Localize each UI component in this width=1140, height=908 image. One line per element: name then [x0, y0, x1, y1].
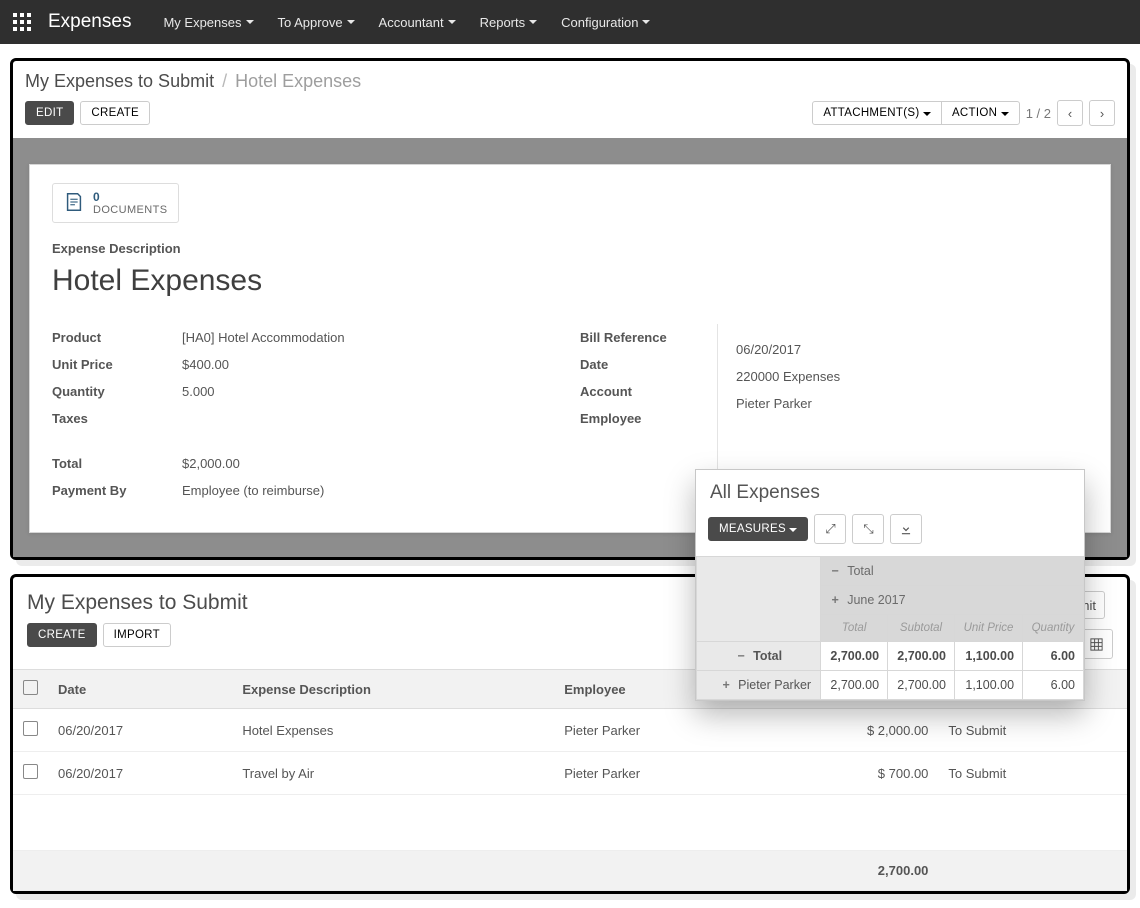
total-value: $2,000.00 — [182, 456, 240, 471]
row-checkbox[interactable] — [23, 721, 38, 736]
pager-text: 1 / 2 — [1026, 106, 1051, 121]
measures-button[interactable]: MEASURES — [708, 517, 808, 541]
cell-date: 06/20/2017 — [48, 709, 232, 752]
caret-icon — [923, 112, 931, 116]
expense-table: Date Expense Description Employee Total … — [13, 669, 1127, 891]
caret-icon — [789, 528, 797, 532]
expense-description-label: Expense Description — [52, 241, 1088, 256]
col-date[interactable]: Date — [48, 670, 232, 709]
cell-desc: Hotel Expenses — [232, 709, 554, 752]
quantity-value: 5.000 — [182, 384, 215, 399]
nav-menu: My Expenses To Approve Accountant Report… — [153, 9, 660, 36]
all-expenses-pivot-popover: All Expenses MEASURES ⤢ ⤡ −Total +June 2… — [695, 469, 1085, 701]
pager: 1 / 2 ‹ › — [1026, 100, 1115, 126]
cell-desc: Travel by Air — [232, 752, 554, 795]
caret-icon — [246, 20, 254, 24]
table-row[interactable]: 06/20/2017 Hotel Expenses Pieter Parker … — [13, 709, 1127, 752]
nav-brand[interactable]: Expenses — [48, 11, 131, 33]
caret-icon — [529, 20, 537, 24]
nav-item-my-expenses[interactable]: My Expenses — [153, 9, 263, 36]
expand-icon[interactable]: + — [829, 593, 841, 607]
attachment-action-group: ATTACHMENT(S) ACTION — [812, 101, 1019, 125]
payment-by-label: Payment By — [52, 483, 182, 498]
bill-ref-label: Bill Reference — [580, 330, 667, 345]
cell-emp: Pieter Parker — [554, 709, 762, 752]
detail-col-left: Product[HA0] Hotel Accommodation Unit Pr… — [52, 324, 560, 504]
pager-next-button[interactable]: › — [1089, 100, 1115, 126]
date-value: 06/20/2017 — [736, 342, 801, 357]
total-label: Total — [52, 456, 182, 471]
action-button[interactable]: ACTION — [941, 101, 1020, 125]
documents-label: DOCUMENTS — [93, 204, 168, 216]
pivot-row-employee[interactable]: +Pieter Parker — [697, 671, 821, 700]
product-label: Product — [52, 330, 182, 345]
expand-all-icon[interactable]: ⤡ — [852, 514, 884, 544]
unit-price-value: $400.00 — [182, 357, 229, 372]
create-button[interactable]: CREATE — [80, 101, 150, 125]
cell-date: 06/20/2017 — [48, 752, 232, 795]
pager-prev-button[interactable]: ‹ — [1057, 100, 1083, 126]
product-value: [HA0] Hotel Accommodation — [182, 330, 345, 345]
cell-emp: Pieter Parker — [554, 752, 762, 795]
caret-icon — [1001, 112, 1009, 116]
unit-price-label: Unit Price — [52, 357, 182, 372]
breadcrumb-root[interactable]: My Expenses to Submit — [25, 71, 214, 92]
breadcrumb-current: Hotel Expenses — [235, 71, 361, 92]
pivot-col-total[interactable]: Total — [847, 564, 873, 578]
caret-icon — [347, 20, 355, 24]
download-icon[interactable] — [890, 514, 922, 544]
breadcrumb-sep: / — [222, 71, 227, 92]
collapse-icon[interactable]: − — [735, 649, 747, 663]
cell-total: $ 700.00 — [762, 752, 938, 795]
cell-status: To Submit — [938, 752, 1107, 795]
pivot-row-total[interactable]: −Total — [697, 642, 821, 671]
col-desc[interactable]: Expense Description — [232, 670, 554, 709]
pivot-sub-total: Total — [821, 615, 888, 642]
pivot-sub-subtotal: Subtotal — [888, 615, 955, 642]
pivot-table: −Total +June 2017 Total Subtotal Unit Pr… — [696, 556, 1084, 700]
cell-total: $ 2,000.00 — [762, 709, 938, 752]
account-label: Account — [580, 384, 632, 399]
list-import-button[interactable]: IMPORT — [103, 623, 171, 647]
collapse-icon[interactable]: − — [829, 564, 841, 578]
quantity-label: Quantity — [52, 384, 182, 399]
apps-icon[interactable] — [10, 10, 34, 34]
employee-label: Employee — [580, 411, 641, 426]
payment-by-value: Employee (to reimburse) — [182, 483, 324, 498]
pivot-col-month[interactable]: June 2017 — [847, 593, 905, 607]
footer-total: 2,700.00 — [762, 851, 938, 891]
pivot-sub-qty: Quantity — [1023, 615, 1084, 642]
pivot-sub-unitprice: Unit Price — [954, 615, 1022, 642]
taxes-label: Taxes — [52, 411, 182, 426]
row-checkbox[interactable] — [23, 764, 38, 779]
nav-item-to-approve[interactable]: To Approve — [268, 9, 365, 36]
account-value: 220000 Expenses — [736, 369, 840, 384]
caret-icon — [642, 20, 650, 24]
edit-button[interactable]: EDIT — [25, 101, 74, 125]
expense-detail-panel: My Expenses to Submit / Hotel Expenses E… — [10, 58, 1130, 560]
caret-icon — [448, 20, 456, 24]
breadcrumb: My Expenses to Submit / Hotel Expenses — [25, 71, 1115, 92]
employee-value: Pieter Parker — [736, 396, 812, 411]
date-label: Date — [580, 357, 608, 372]
select-all-checkbox[interactable] — [23, 680, 38, 695]
list-create-button[interactable]: CREATE — [27, 623, 97, 647]
nav-item-reports[interactable]: Reports — [470, 9, 548, 36]
list-title: My Expenses to Submit — [27, 591, 248, 615]
cell-status: To Submit — [938, 709, 1107, 752]
documents-chip[interactable]: 0 DOCUMENTS — [52, 183, 179, 223]
pivot-title: All Expenses — [696, 470, 1084, 514]
main-navbar: Expenses My Expenses To Approve Accounta… — [0, 0, 1140, 44]
nav-item-configuration[interactable]: Configuration — [551, 9, 660, 36]
flip-axis-icon[interactable]: ⤢ — [814, 514, 846, 544]
expense-title: Hotel Expenses — [52, 264, 1088, 298]
nav-item-accountant[interactable]: Accountant — [369, 9, 466, 36]
table-row[interactable]: 06/20/2017 Travel by Air Pieter Parker $… — [13, 752, 1127, 795]
expand-icon[interactable]: + — [720, 678, 732, 692]
document-icon — [63, 191, 85, 216]
documents-count: 0 — [93, 190, 168, 204]
attachments-button[interactable]: ATTACHMENT(S) — [812, 101, 942, 125]
